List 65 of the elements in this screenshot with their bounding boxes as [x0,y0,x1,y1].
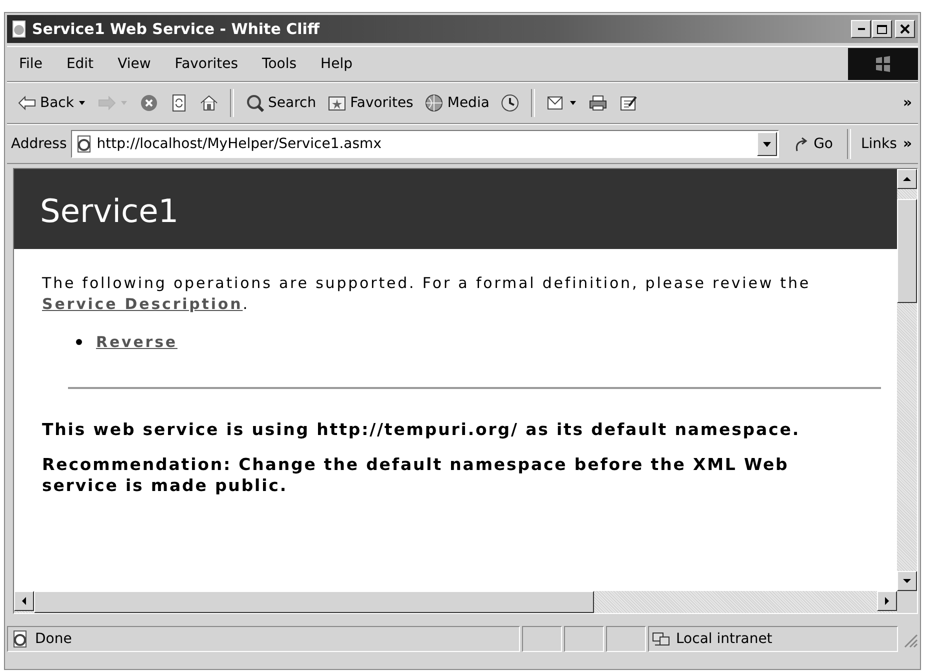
address-label: Address [11,136,67,152]
magnifier-icon [246,94,264,112]
more-chevron[interactable]: » [902,95,918,111]
magnifier-button[interactable]: Search [241,91,322,115]
menu-item[interactable]: Tools [250,56,309,72]
star-folder-button[interactable]: Favorites [323,91,418,115]
menu-item[interactable]: Edit [54,56,106,72]
go-button[interactable]: Go [782,135,843,153]
globe-button[interactable]: Media [420,91,494,115]
envelope-icon [547,94,566,112]
page-heading: Service1 [14,169,897,249]
stop-icon [140,94,158,112]
more-chevron[interactable]: » [902,136,918,152]
address-field[interactable]: http://localhost/MyHelper/Service1.asmx [70,130,779,158]
maximize-button[interactable] [872,20,892,38]
horizontal-scrollbar[interactable] [14,591,897,613]
scroll-thumb[interactable] [34,591,594,613]
vertical-scrollbar[interactable] [897,169,917,591]
menu-item[interactable]: View [106,56,163,72]
status-pane [606,626,646,652]
dropdown-caret-icon [120,99,128,107]
links-button[interactable]: Links [854,136,899,152]
dropdown-button[interactable] [756,132,777,156]
intro-text: The following operations are supported. For a formal definition, please review the Service Description. [42,273,812,315]
menu-item[interactable]: Help [308,56,364,72]
right-arrow-icon [883,596,891,606]
minimize-icon [858,28,864,30]
scroll-thumb[interactable] [897,199,917,303]
menu-item[interactable]: File [7,56,54,72]
home-icon [200,94,218,112]
minimize-button[interactable] [851,20,871,38]
left-arrow-button[interactable]: Back [13,91,91,115]
note-text: This web service is using http://tempuri.org/ as its default namespace. [42,419,801,440]
status-text: Done [35,631,72,647]
close-button[interactable] [895,20,915,38]
dropdown-caret-icon [78,99,86,107]
clock-icon [501,94,520,112]
dropdown-caret-icon [762,140,772,148]
operation-link[interactable]: Reverse [96,333,178,351]
page-icon [74,135,93,153]
down-arrow-icon [902,577,912,585]
status-pane [522,626,562,652]
star-folder-icon [328,94,346,112]
left-arrow-icon [18,94,36,112]
refresh-icon [170,94,188,112]
close-icon [900,24,910,34]
service-description-link[interactable]: Service Description [42,295,243,313]
right-arrow-icon [98,94,116,112]
printer-icon [589,94,608,112]
window-title: Service1 Web Service - White Cliff [32,20,321,38]
bullet-icon [76,339,82,345]
globe-icon [425,94,444,112]
left-arrow-icon [20,596,28,606]
note-text: Recommendation: Change the default namespace before the XML Web service is made public. [42,454,790,496]
menu-item[interactable]: Favorites [162,56,250,72]
notepad-icon [619,94,638,112]
dropdown-caret-icon [569,99,578,107]
network-icon [652,630,670,648]
zone-text: Local intranet [676,631,772,647]
page-icon [11,630,29,648]
maximize-icon [877,24,887,34]
flag-icon [874,55,892,73]
status-pane [564,626,604,652]
up-arrow-icon [902,175,912,183]
page-icon [10,20,28,38]
